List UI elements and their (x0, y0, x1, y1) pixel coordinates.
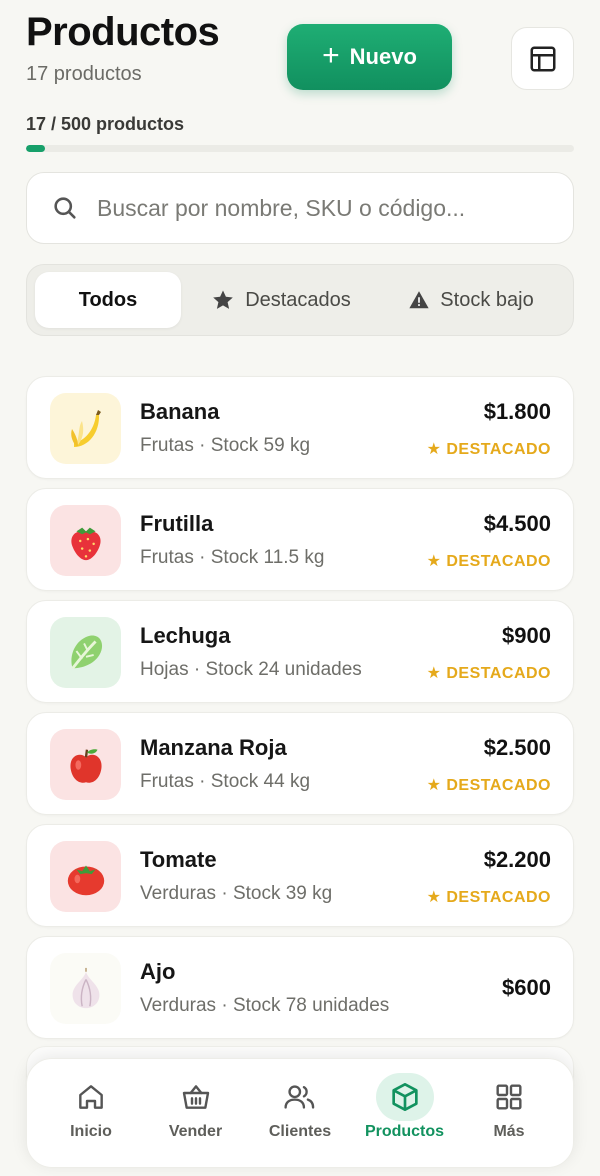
strawberry-icon (50, 505, 121, 576)
product-price: $600 (502, 975, 551, 1000)
product-name: Manzana Roja (140, 735, 287, 760)
nav-item-clientes[interactable]: Clientes (250, 1059, 350, 1167)
featured-badge: ★ DESTACADO (426, 889, 551, 906)
product-card-manzana-roja[interactable]: Manzana Roja Frutas · Stock 44 kg $2.500… (26, 712, 574, 815)
new-product-button[interactable]: + Nuevo (287, 24, 452, 90)
nav-label: Inicio (70, 1123, 112, 1140)
banana-icon (50, 393, 121, 464)
plus-icon: + (322, 38, 340, 72)
capacity-progress-fill (26, 145, 45, 152)
product-card-ajo[interactable]: Ajo Verduras · Stock 78 unidades $600 (26, 936, 574, 1039)
featured-badge: ★ DESTACADO (426, 665, 551, 682)
capacity-label: 17 / 500 productos (26, 114, 185, 134)
basket-icon (167, 1073, 225, 1121)
product-name: Tomate (140, 847, 217, 872)
product-card-tomate[interactable]: Tomate Verduras · Stock 39 kg $2.200 ★ D… (26, 824, 574, 927)
product-meta: Frutas · Stock 11.5 kg (140, 547, 325, 568)
tab-label: Todos (78, 288, 138, 311)
page-title: Productos (26, 10, 220, 54)
nav-label: Clientes (268, 1123, 332, 1140)
nav-item-productos[interactable]: Productos (355, 1059, 455, 1167)
users-icon (271, 1073, 329, 1121)
product-meta: Hojas · Stock 24 unidades (140, 659, 362, 680)
new-button-label: Nuevo (349, 44, 417, 69)
nav-item-inicio[interactable]: Inicio (41, 1059, 141, 1167)
lettuce-icon (50, 617, 121, 688)
product-price: $1.800 (483, 399, 551, 424)
search-input[interactable]: Buscar por nombre, SKU o código... (26, 172, 574, 244)
nav-label: Vender (168, 1123, 223, 1140)
nav-label: Más (493, 1123, 525, 1140)
warning-icon (409, 291, 429, 309)
tab-label: Stock bajo (440, 288, 534, 311)
bottom-navigation: Inicio Vender Clientes Productos Más (26, 1058, 574, 1168)
product-meta: Verduras · Stock 39 kg (140, 883, 333, 904)
product-meta: Frutas · Stock 59 kg (140, 435, 311, 456)
product-name: Banana (140, 399, 220, 424)
apple-icon (50, 729, 121, 800)
search-icon (54, 197, 76, 219)
filter-tabs: Todos Destacados Stock bajo (26, 264, 574, 336)
garlic-icon (50, 953, 121, 1024)
product-name: Lechuga (140, 623, 231, 648)
product-card-banana[interactable]: Banana Frutas · Stock 59 kg $1.800 ★ DES… (26, 376, 574, 479)
product-name: Ajo (140, 959, 176, 984)
featured-badge: ★ DESTACADO (426, 777, 551, 794)
nav-label: Productos (364, 1123, 445, 1140)
featured-badge: ★ DESTACADO (426, 441, 551, 458)
tab-todos[interactable]: Todos (35, 272, 181, 328)
box-icon (375, 1073, 434, 1121)
nav-item-mas[interactable]: Más (459, 1059, 559, 1167)
capacity-progress-bar (26, 145, 574, 152)
product-price: $2.500 (483, 735, 551, 760)
product-card-frutilla[interactable]: Frutilla Frutas · Stock 11.5 kg $4.500 ★… (26, 488, 574, 591)
nav-item-vender[interactable]: Vender (146, 1059, 246, 1167)
layout-toggle-button[interactable] (511, 27, 574, 90)
product-price: $900 (502, 623, 551, 648)
product-card-lechuga[interactable]: Lechuga Hojas · Stock 24 unidades $900 ★… (26, 600, 574, 703)
tab-label: Destacados (245, 288, 351, 311)
tab-destacados[interactable]: Destacados (181, 272, 381, 328)
tab-stock-bajo[interactable]: Stock bajo (381, 272, 561, 328)
layout-icon (530, 46, 555, 71)
search-placeholder: Buscar por nombre, SKU o código... (97, 194, 466, 221)
featured-badge: ★ DESTACADO (426, 553, 551, 570)
product-meta: Verduras · Stock 78 unidades (140, 995, 390, 1016)
page-header: Productos 17 productos + Nuevo (26, 10, 574, 110)
product-price: $2.200 (483, 847, 551, 872)
star-icon (213, 290, 233, 309)
product-count: 17 productos (26, 63, 142, 85)
product-price: $4.500 (483, 511, 551, 536)
tomato-icon (50, 841, 121, 912)
product-meta: Frutas · Stock 44 kg (140, 771, 311, 792)
home-icon (62, 1073, 120, 1121)
product-name: Frutilla (140, 511, 214, 536)
grid-icon (480, 1073, 538, 1121)
